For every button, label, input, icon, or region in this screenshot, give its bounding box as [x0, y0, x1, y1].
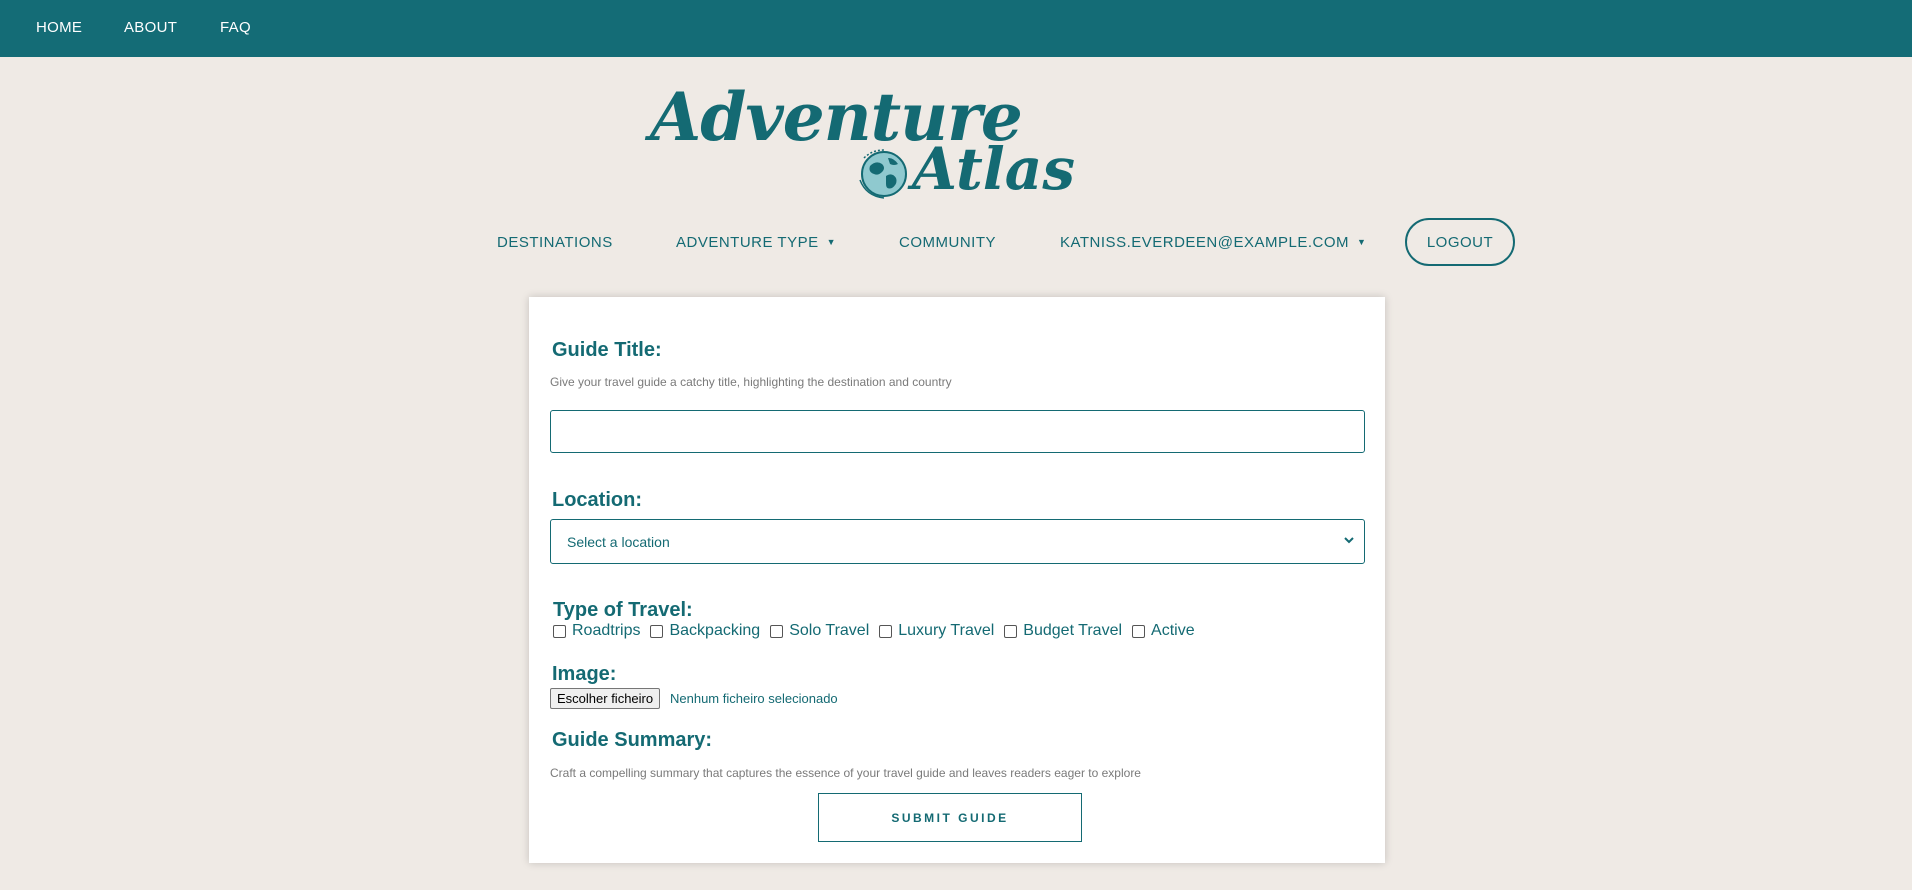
user-email-label: KATNISS.EVERDEEN@EXAMPLE.COM [1060, 234, 1350, 251]
travel-type-option[interactable]: Solo Travel [770, 622, 869, 640]
guide-title-label: Guide Title: [552, 339, 662, 361]
create-guide-form: Guide Title: Give your travel guide a ca… [529, 297, 1385, 863]
travel-type-checkbox[interactable] [879, 624, 893, 638]
nav-user-account-dropdown[interactable]: KATNISS.EVERDEEN@EXAMPLE.COM ▼ [1060, 234, 1366, 251]
travel-type-checkbox[interactable] [1004, 624, 1018, 638]
nav-destinations[interactable]: DESTINATIONS [497, 234, 613, 251]
site-logo[interactable]: Adventure Atlas [650, 78, 1075, 203]
travel-type-checkbox[interactable] [553, 624, 566, 638]
logo-word-atlas: Atlas [912, 135, 1076, 203]
travel-type-checkbox[interactable] [650, 624, 664, 638]
location-label: Location: [552, 489, 642, 511]
travel-type-option[interactable]: Active [1132, 622, 1195, 640]
travel-type-label: Type of Travel: [553, 599, 693, 621]
location-selected-value: Select a location [567, 534, 670, 550]
nav-about-link[interactable]: ABOUT [124, 19, 177, 36]
travel-type-option-label: Luxury Travel [898, 622, 995, 639]
travel-type-option[interactable]: Luxury Travel [879, 622, 994, 640]
nav-community[interactable]: COMMUNITY [899, 234, 996, 251]
nav-home-link[interactable]: HOME [36, 19, 82, 36]
nav-adventure-type-dropdown[interactable]: ADVENTURE TYPE ▼ [676, 234, 836, 251]
submit-guide-button[interactable]: SUBMIT GUIDE [818, 793, 1082, 842]
image-label: Image: [552, 663, 617, 685]
caret-down-icon: ▼ [1357, 237, 1367, 247]
logout-button[interactable]: LOGOUT [1405, 218, 1515, 266]
travel-type-option[interactable]: Backpacking [650, 622, 760, 640]
caret-down-icon: ▼ [826, 237, 837, 247]
travel-type-checkbox[interactable] [1132, 624, 1146, 638]
guide-summary-help-text: Craft a compelling summary that captures… [550, 766, 1141, 780]
travel-type-option[interactable]: Budget Travel [1004, 622, 1122, 640]
globe-icon [859, 149, 907, 199]
travel-type-option-label: Backpacking [669, 622, 761, 639]
guide-title-help-text: Give your travel guide a catchy title, h… [550, 375, 952, 389]
choose-file-button[interactable]: Escolher ficheiro [550, 688, 661, 709]
guide-summary-label: Guide Summary: [552, 729, 713, 751]
travel-type-option[interactable]: Roadtrips [553, 622, 640, 640]
travel-type-option-label: Active [1151, 622, 1195, 639]
nav-adventure-type-label: ADVENTURE TYPE [676, 234, 819, 251]
main-navigation: DESTINATIONS ADVENTURE TYPE ▼ COMMUNITY K… [0, 218, 1912, 268]
guide-title-input[interactable] [550, 410, 1365, 453]
location-select[interactable]: Select a location [550, 519, 1365, 564]
travel-type-option-label: Budget Travel [1023, 622, 1123, 639]
nav-faq-link[interactable]: FAQ [220, 19, 251, 36]
top-navbar: HOME ABOUT FAQ [0, 0, 1912, 57]
travel-type-options: Roadtrips Backpacking Solo Travel Luxury… [553, 622, 1205, 640]
travel-type-option-label: Roadtrips [572, 622, 641, 639]
chevron-down-icon [1344, 537, 1354, 544]
travel-type-checkbox[interactable] [770, 624, 784, 638]
travel-type-option-label: Solo Travel [789, 622, 870, 639]
file-status-text: Nenhum ficheiro selecionado [670, 691, 838, 706]
